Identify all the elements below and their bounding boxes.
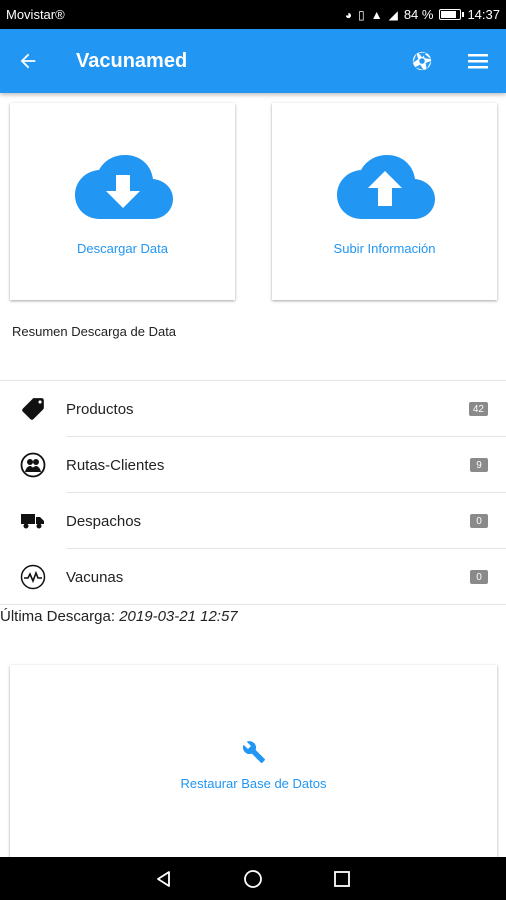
hamburger-menu-icon <box>468 54 488 69</box>
list-item-productos[interactable]: Productos 42 <box>0 381 506 437</box>
last-download: Última Descarga: 2019-03-21 12:57 <box>0 608 238 625</box>
aperture-icon <box>412 51 432 71</box>
people-circle-icon <box>20 452 46 478</box>
count-badge: 9 <box>470 458 488 472</box>
status-bar: Movistar® ◕ ▯ ▲ ◢ 84 % 14:37 <box>0 0 506 29</box>
list-item-rutas-clientes[interactable]: Rutas-Clientes 9 <box>0 437 506 493</box>
count-badge: 0 <box>470 514 488 528</box>
restore-database-label: Restaurar Base de Datos <box>180 776 327 791</box>
tag-icon <box>22 398 44 420</box>
list-item-label: Vacunas <box>66 568 124 586</box>
vibrate-icon: ▯ <box>358 7 365 22</box>
summary-list: Productos 42 Rutas-Clientes 9 Despachos … <box>0 380 506 605</box>
upload-info-card[interactable]: Subir Información <box>272 103 497 300</box>
page-title: Vacunamed <box>76 49 188 72</box>
battery-percent: 84 % <box>403 7 434 22</box>
battery-fill <box>441 11 456 18</box>
cloud-download-icon <box>74 155 173 219</box>
list-item-label: Rutas-Clientes <box>66 456 165 474</box>
back-triangle-icon[interactable] <box>155 870 173 888</box>
app-bar: Vacunamed <box>0 29 506 93</box>
arrow-left-icon <box>20 53 36 69</box>
menu-button[interactable] <box>450 29 506 93</box>
download-data-card[interactable]: Descargar Data <box>10 103 235 300</box>
sync-button[interactable] <box>394 29 450 93</box>
list-item-despachos[interactable]: Despachos 0 <box>0 493 506 549</box>
last-download-label: Última Descarga: <box>0 608 116 625</box>
count-badge: 0 <box>470 570 488 584</box>
truck-icon <box>21 514 44 529</box>
home-circle-icon[interactable] <box>243 869 263 889</box>
battery-icon <box>439 9 465 20</box>
count-badge: 42 <box>468 402 488 416</box>
last-download-date: 2019-03-21 12:57 <box>119 608 238 625</box>
nfc-icon: ◕ <box>344 7 353 22</box>
list-item-vacunas[interactable]: Vacunas 0 <box>0 549 506 605</box>
summary-heading: Resumen Descarga de Data <box>12 324 177 339</box>
upload-info-label: Subir Información <box>333 241 436 256</box>
pulse-icon <box>20 564 46 590</box>
wrench-icon <box>242 741 265 763</box>
recents-square-icon[interactable] <box>333 870 351 888</box>
carrier-name: Movistar® <box>6 7 65 22</box>
signal-icon: ◢ <box>388 7 398 22</box>
restore-database-card[interactable]: Restaurar Base de Datos <box>10 665 497 865</box>
download-data-label: Descargar Data <box>76 241 169 256</box>
back-button[interactable] <box>0 29 56 93</box>
wifi-icon: ▲ <box>370 7 383 22</box>
cloud-upload-icon <box>336 155 435 219</box>
list-item-label: Productos <box>66 400 134 418</box>
status-icons: ◕ ▯ ▲ ◢ 84 % 14:37 <box>345 7 500 22</box>
list-item-label: Despachos <box>66 512 142 530</box>
clock: 14:37 <box>467 7 500 22</box>
system-nav-bar <box>0 857 506 900</box>
